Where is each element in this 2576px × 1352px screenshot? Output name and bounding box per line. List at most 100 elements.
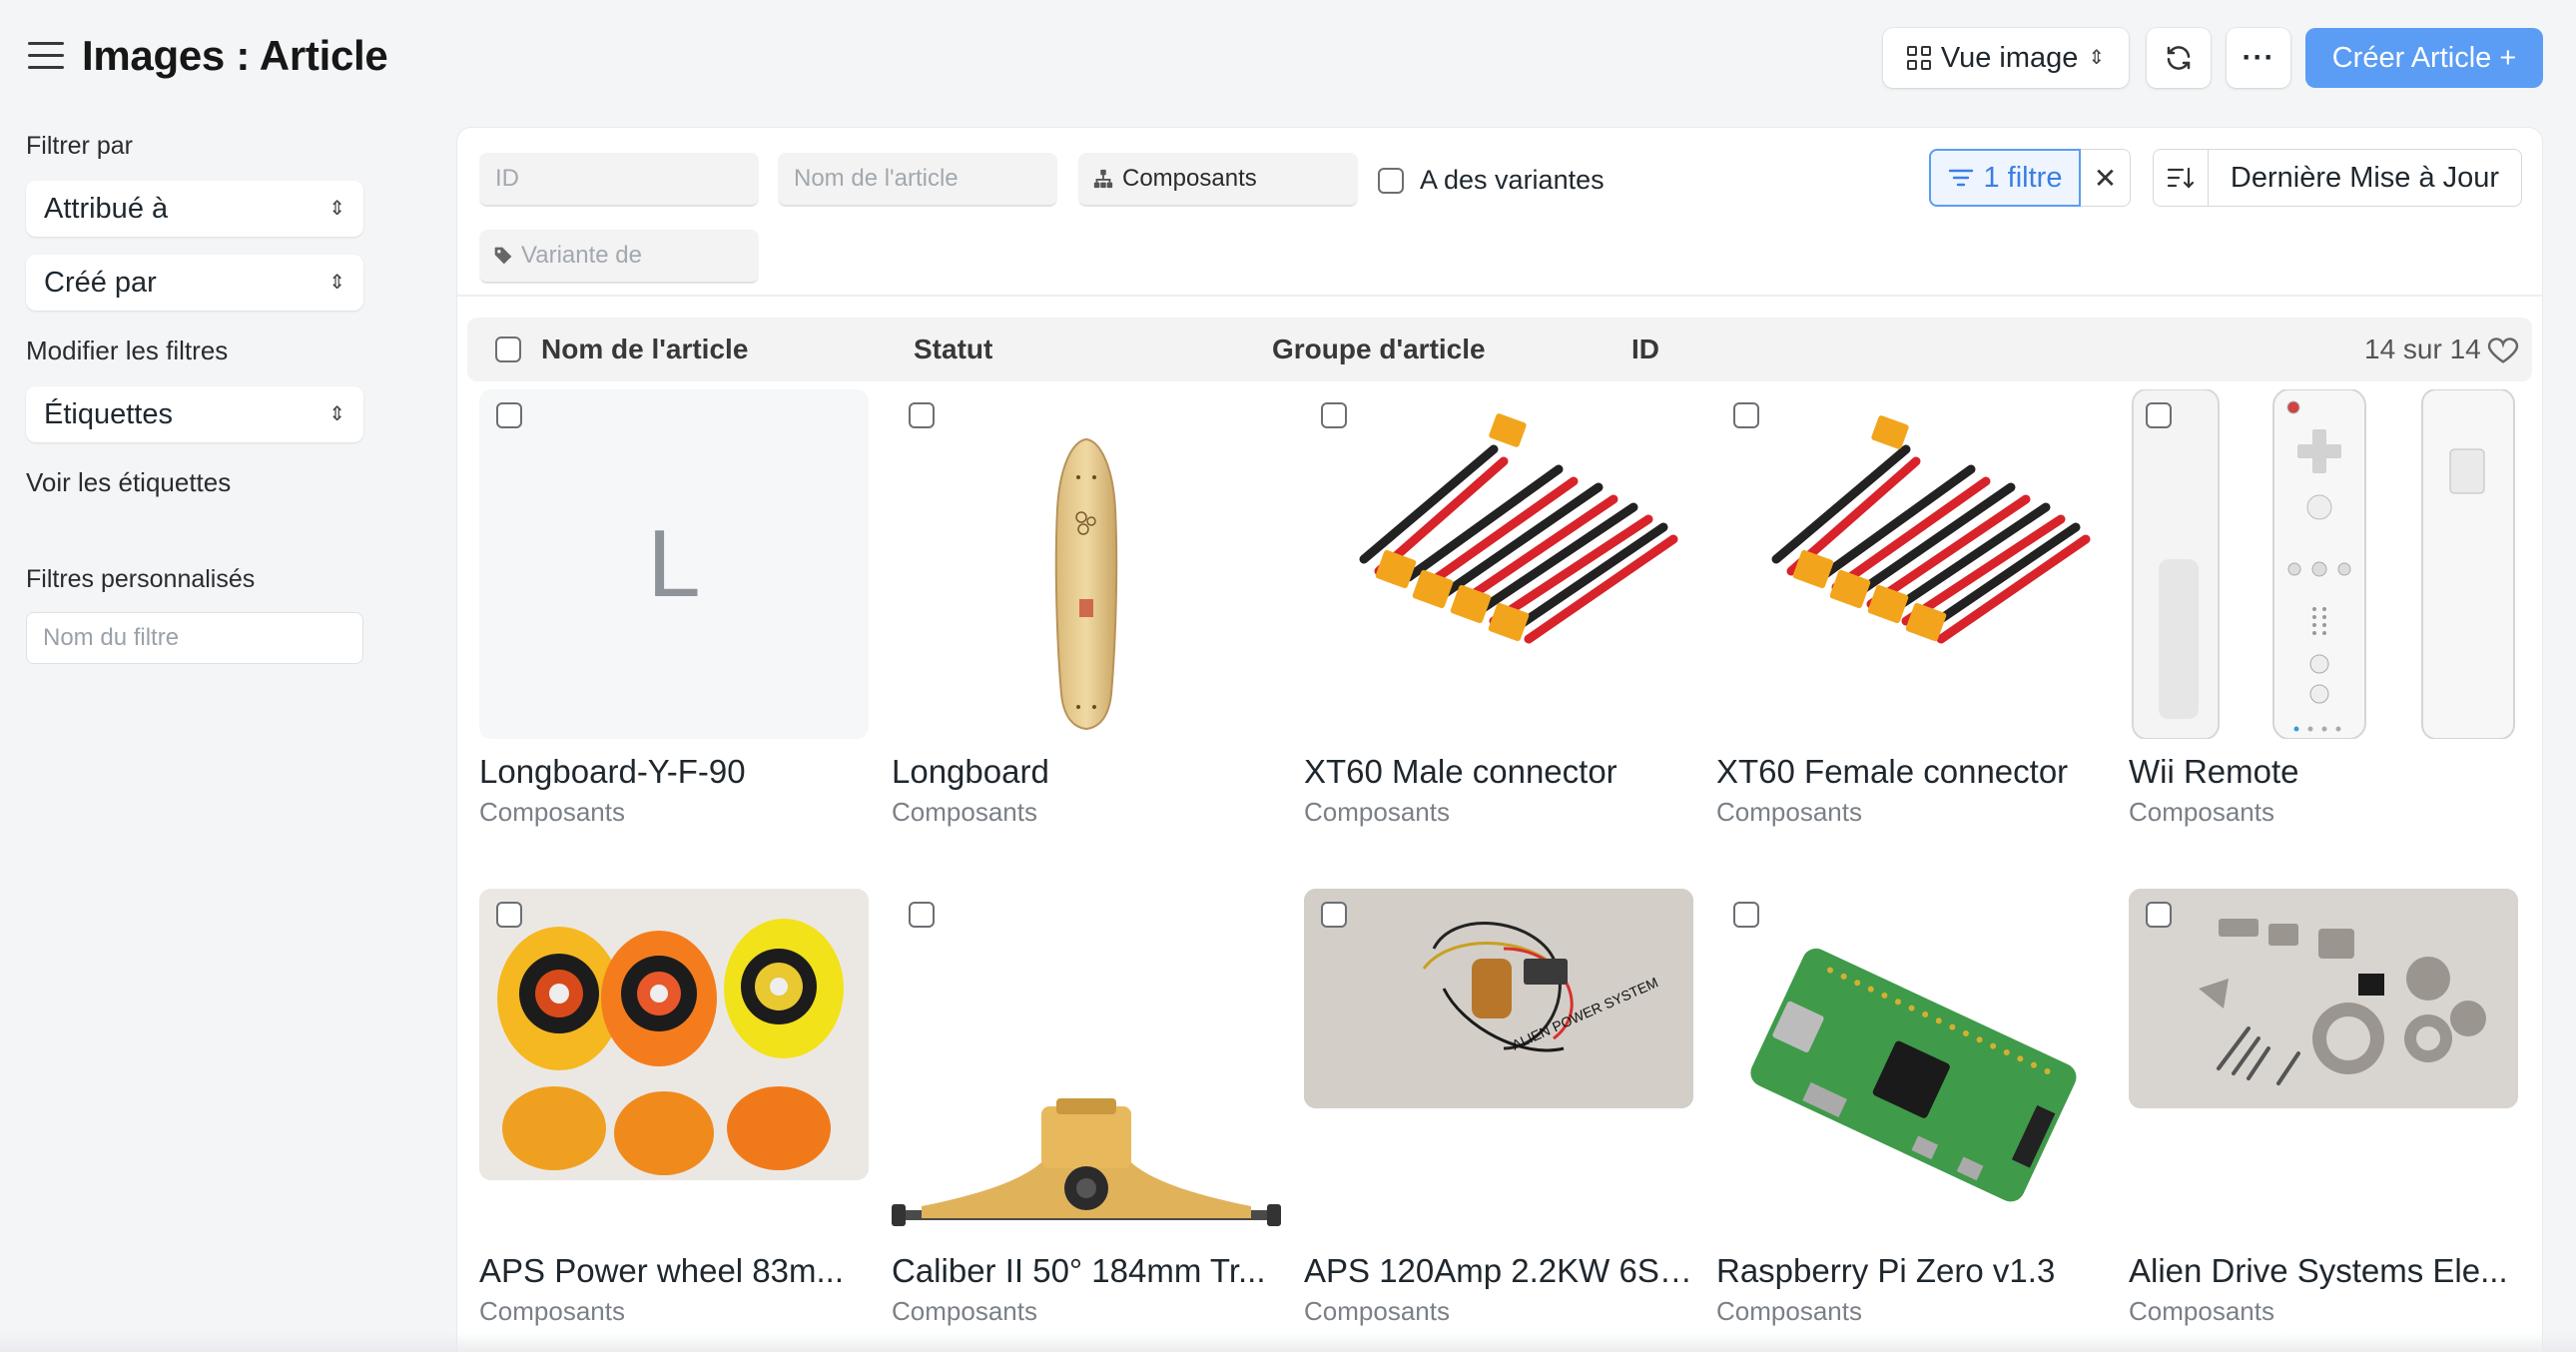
column-id[interactable]: ID <box>1631 334 1659 365</box>
wheels-image <box>479 889 869 1180</box>
item-title[interactable]: APS Power wheel 83m... <box>479 1252 869 1290</box>
has-variants-label: A des variantes <box>1420 165 1605 195</box>
sort-direction-button[interactable] <box>2153 149 2209 207</box>
sort-by-button[interactable]: Dernière Mise à Jour <box>2209 149 2522 207</box>
item-group: Composants <box>479 1296 625 1326</box>
item-thumbnail[interactable] <box>2129 889 2518 1108</box>
item-title[interactable]: Caliber II 50° 184mm Tr... <box>892 1252 1281 1290</box>
item-group: Composants <box>1304 797 1450 827</box>
show-tags-link[interactable]: Voir les étiquettes <box>26 467 231 498</box>
id-filter-input[interactable] <box>479 153 759 207</box>
item-checkbox[interactable] <box>496 402 522 428</box>
select-all-checkbox[interactable] <box>495 337 521 362</box>
item-checkbox[interactable] <box>1733 402 1759 428</box>
item-title[interactable]: Wii Remote <box>2129 753 2518 791</box>
item-group: Composants <box>892 1296 1037 1326</box>
item-thumbnail[interactable] <box>1716 889 2106 1246</box>
item-thumbnail[interactable] <box>2129 389 2518 739</box>
view-switcher-button[interactable]: Vue image ⇕ <box>1883 28 2129 88</box>
filter-name-input[interactable] <box>26 612 363 664</box>
item-group: Composants <box>479 797 625 827</box>
created-by-label: Créé par <box>44 266 157 299</box>
result-count: 14 sur 14 <box>2364 334 2481 364</box>
list-header: Nom de l'article Statut Groupe d'article… <box>467 318 2532 381</box>
variant-of-placeholder: Variante de <box>521 242 642 269</box>
item-thumbnail[interactable] <box>479 889 869 1180</box>
item-card[interactable]: APS Power wheel 83m... Composants <box>479 889 869 1327</box>
item-checkbox[interactable] <box>1321 902 1347 928</box>
item-title[interactable]: APS 120Amp 2.2KW 6S ... <box>1304 1252 1693 1290</box>
main-panel: Composants A des variantes Variante de 1… <box>457 128 2542 1352</box>
item-checkbox[interactable] <box>909 402 935 428</box>
item-card[interactable]: ALIEN POWER SYSTEM APS 120Amp 2.2KW 6S .… <box>1304 889 1693 1327</box>
item-checkbox[interactable] <box>1321 402 1347 428</box>
truck-image <box>892 1098 1281 1226</box>
item-card[interactable]: L Longboard-Y-F-90 Composants <box>479 389 869 828</box>
item-thumbnail[interactable] <box>892 389 1281 739</box>
edit-filters-link[interactable]: Modifier les filtres <box>26 336 228 366</box>
has-variants-filter[interactable]: A des variantes <box>1378 165 1605 196</box>
item-card[interactable]: XT60 Male connector Composants <box>1304 389 1693 828</box>
longboard-image <box>1054 437 1118 731</box>
variant-of-filter[interactable]: Variante de <box>479 230 759 284</box>
tag-icon <box>494 247 512 265</box>
tags-select[interactable]: Étiquettes ⇕ <box>26 386 363 442</box>
item-group: Composants <box>2129 797 2274 827</box>
item-card[interactable]: Caliber II 50° 184mm Tr... Composants <box>892 889 1281 1327</box>
heart-icon[interactable] <box>2486 335 2520 364</box>
item-card[interactable]: Raspberry Pi Zero v1.3 Composants <box>1716 889 2106 1327</box>
item-card[interactable]: Wii Remote Composants <box>2129 389 2518 828</box>
xt60-cable-image <box>1359 413 1678 644</box>
item-title[interactable]: Longboard-Y-F-90 <box>479 753 869 791</box>
xt60-cable-image <box>1771 415 2091 644</box>
item-card[interactable]: Alien Drive Systems Ele... Composants <box>2129 889 2518 1327</box>
custom-filters-label: Filtres personnalisés <box>26 565 256 593</box>
item-thumbnail[interactable]: L <box>479 389 869 739</box>
item-name-filter-input[interactable] <box>778 153 1057 207</box>
item-group-filter[interactable]: Composants <box>1078 153 1358 207</box>
clear-filter-button[interactable]: ✕ <box>2081 149 2131 207</box>
created-by-select[interactable]: Créé par ⇕ <box>26 255 363 311</box>
assigned-to-select[interactable]: Attribué à ⇕ <box>26 181 363 237</box>
grid-icon <box>1906 46 1931 70</box>
item-checkbox[interactable] <box>2146 402 2172 428</box>
item-group: Composants <box>1716 797 1862 827</box>
column-item-name[interactable]: Nom de l'article <box>541 334 748 365</box>
item-checkbox[interactable] <box>2146 902 2172 928</box>
more-icon: ··· <box>2242 41 2275 74</box>
menu-icon[interactable] <box>28 42 64 72</box>
item-title[interactable]: XT60 Male connector <box>1304 753 1693 791</box>
item-title[interactable]: Alien Drive Systems Ele... <box>2129 1252 2518 1290</box>
refresh-icon <box>2167 46 2191 70</box>
view-switcher-label: Vue image <box>1940 41 2079 74</box>
hierarchy-icon <box>1093 169 1113 189</box>
item-thumbnail[interactable] <box>1716 389 2106 739</box>
item-group: Composants <box>1304 1296 1450 1326</box>
item-group: Composants <box>1716 1296 1862 1326</box>
item-thumbnail[interactable] <box>1304 389 1693 739</box>
motor-esc-image: ALIEN POWER SYSTEM <box>1304 889 1693 1108</box>
item-title[interactable]: Raspberry Pi Zero v1.3 <box>1716 1252 2106 1290</box>
refresh-button[interactable] <box>2147 28 2211 88</box>
sort-icon <box>2167 167 2195 189</box>
wii-remote-image <box>2132 389 2515 739</box>
page-title: Images : Article <box>82 32 388 79</box>
item-title[interactable]: XT60 Female connector <box>1716 753 2106 791</box>
filter-button[interactable]: 1 filtre <box>1929 149 2081 207</box>
item-checkbox[interactable] <box>496 902 522 928</box>
item-thumbnail[interactable] <box>892 889 1281 1246</box>
item-thumbnail[interactable]: ALIEN POWER SYSTEM <box>1304 889 1693 1108</box>
item-checkbox[interactable] <box>1733 902 1759 928</box>
item-checkbox[interactable] <box>909 902 935 928</box>
chevron-updown-icon: ⇕ <box>328 403 345 425</box>
column-item-group[interactable]: Groupe d'article <box>1272 334 1486 365</box>
more-actions-button[interactable]: ··· <box>2227 28 2290 88</box>
item-card[interactable]: XT60 Female connector Composants <box>1716 389 2106 828</box>
has-variants-checkbox[interactable] <box>1378 167 1404 194</box>
create-article-button[interactable]: Créer Article + <box>2305 28 2543 88</box>
item-group-filter-value: Composants <box>1122 165 1257 192</box>
filter-by-label: Filtrer par <box>26 132 133 160</box>
column-status[interactable]: Statut <box>914 334 992 365</box>
item-title[interactable]: Longboard <box>892 753 1281 791</box>
item-card[interactable]: Longboard Composants <box>892 389 1281 828</box>
